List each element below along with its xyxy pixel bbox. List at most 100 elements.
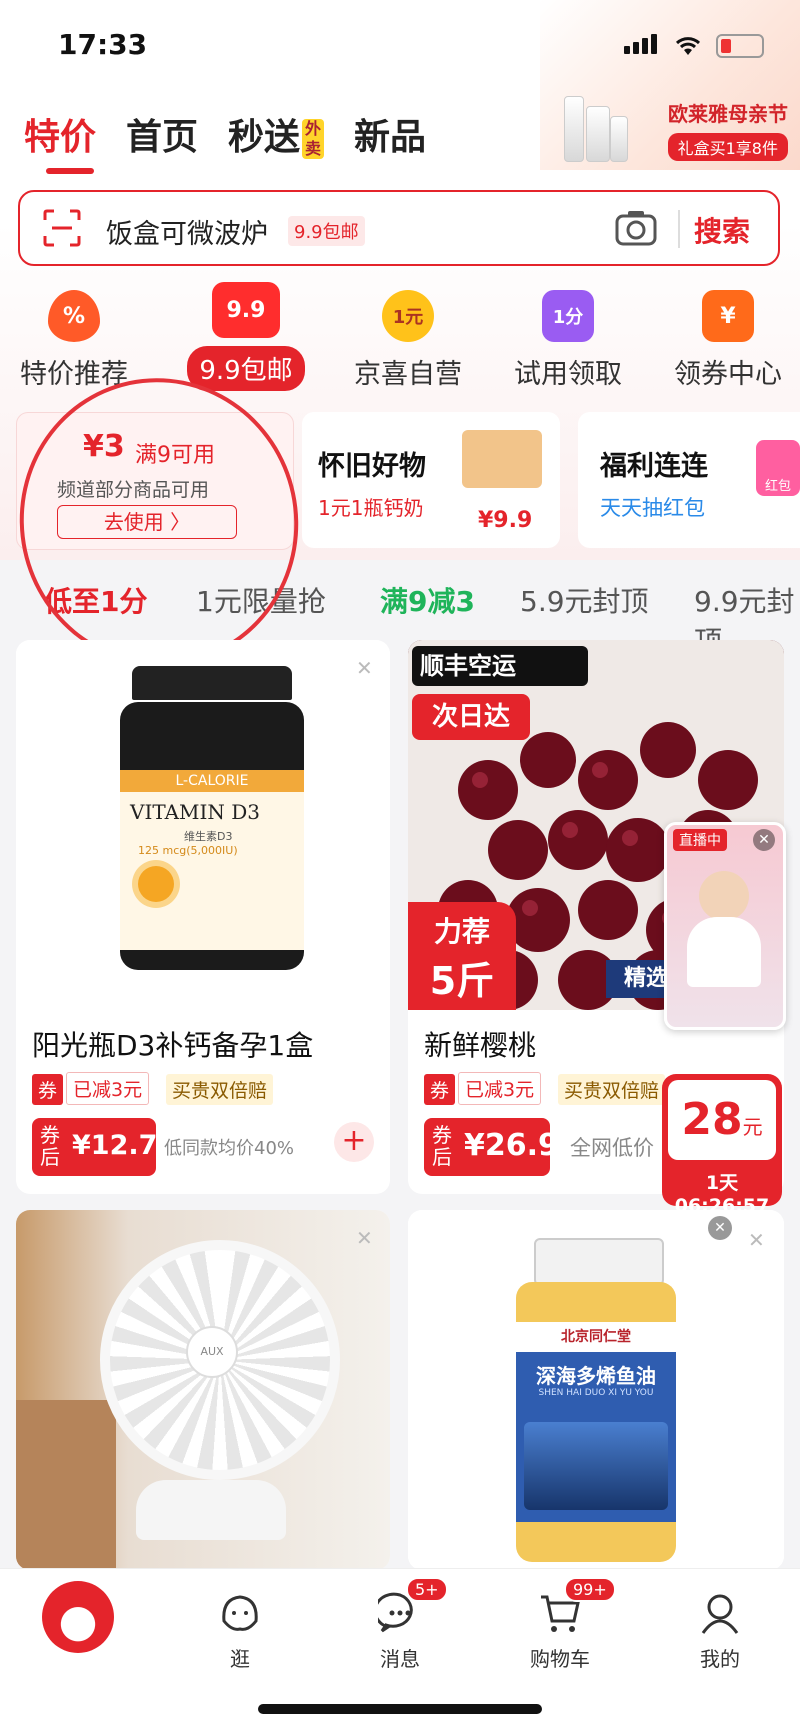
top-tabs: 特价 首页 秒送 外卖 新品 [24, 108, 426, 174]
nav-cart[interactable]: 购物车 99+ [510, 1577, 616, 1672]
cart-badge: 99+ [564, 1577, 616, 1602]
nav-browse[interactable]: 逛 [190, 1591, 290, 1672]
countdown-unit: 元 [742, 1115, 763, 1139]
nostalgia-card[interactable]: 怀旧好物 1元1瓶钙奶 ¥9.9 [302, 412, 560, 548]
nav-messages[interactable]: 消息 5+ [350, 1577, 450, 1672]
category-label: 领券中心 [674, 359, 782, 390]
bottle-title: 深海多烯鱼油 [536, 1364, 656, 1388]
bottle-dose: 125 mcg(5,000IU) [138, 844, 238, 857]
product-card[interactable]: AUX ✕ [16, 1210, 390, 1570]
takeaway-badge: 外卖 [302, 119, 325, 159]
product-name: 阳光瓶D3补钙备孕1盒 [32, 1029, 314, 1062]
nav-home[interactable] [28, 1581, 128, 1657]
category-label: 京喜自营 [354, 359, 462, 390]
promo-title: 欧莱雅母亲节 [668, 102, 788, 126]
tab-instant-delivery[interactable]: 秒送 外卖 [228, 108, 325, 160]
promo-subtitle: 礼盒买1享8件 [667, 133, 788, 161]
fish-image [524, 1422, 668, 1510]
live-stream-window[interactable]: 直播中 ✕ [664, 822, 786, 1030]
price-box: 券后 ¥12.74 [32, 1118, 176, 1176]
host-body [687, 917, 761, 987]
tab-special-price[interactable]: 特价 [24, 108, 96, 174]
tab-home[interactable]: 首页 [126, 108, 198, 160]
wifi-icon [675, 37, 701, 55]
home-indicator[interactable] [258, 1704, 542, 1714]
nostalgia-title: 怀旧好物 [318, 451, 426, 482]
filter-tab-5-9[interactable]: 5.9元封顶 [520, 580, 649, 620]
product-card[interactable]: 北京同仁堂 深海多烯鱼油 SHEN HAI DUO XI YU YOU ✕ ✕ [408, 1210, 784, 1570]
weight-badge: 力荐 5斤 [408, 902, 516, 1010]
promo-text: 欧莱雅母亲节 礼盒买1享8件 [667, 98, 788, 161]
status-time: 17:33 [58, 28, 148, 61]
bottle-brand: L-CALORIE [120, 770, 304, 792]
search-input[interactable]: 饭盒可微波炉 [106, 212, 268, 251]
category-special-recommend[interactable]: % 特价推荐 [4, 290, 144, 391]
message-badge: 5+ [406, 1577, 448, 1602]
profile-icon [701, 1594, 739, 1634]
product-bottles-image [560, 92, 630, 162]
tab-new-products[interactable]: 新品 [354, 108, 426, 160]
nav-profile[interactable]: 我的 [670, 1591, 770, 1672]
bottle-brand: 北京同仁堂 [516, 1322, 676, 1352]
reduced-tag: 已减3元 [458, 1072, 542, 1105]
category-coupon-center[interactable]: ¥ 领券中心 [658, 290, 798, 391]
bottle-cap [132, 666, 292, 700]
close-icon[interactable]: ✕ [708, 1216, 732, 1240]
welfare-subtitle: 天天抽红包 [600, 496, 705, 520]
close-icon[interactable]: ✕ [356, 1226, 373, 1250]
nav-label: 购物车 [530, 1647, 590, 1671]
countdown-price-box: 28元 [668, 1080, 776, 1160]
category-jingxi-self[interactable]: 1元 京喜自营 [338, 290, 478, 391]
category-label: 9.9包邮 [187, 346, 305, 391]
search-bar[interactable]: 饭盒可微波炉 9.9包邮 搜索 [18, 190, 780, 266]
category-trial[interactable]: 1分 试用领取 [498, 290, 638, 391]
bottle-title: VITAMIN D3 [130, 800, 261, 824]
shipping-banner: 顺丰空运 [412, 646, 588, 686]
price-prefix: 券后 [40, 1123, 60, 1169]
filter-tab-9-minus-3[interactable]: 满9减3 [380, 580, 475, 620]
snack-image [462, 430, 542, 488]
top-promo-banner[interactable]: 欧莱雅母亲节 礼盒买1享8件 [540, 0, 800, 170]
search-button[interactable]: 搜索 [694, 210, 750, 250]
price-value: ¥12.74 [72, 1130, 177, 1161]
browse-icon [222, 1595, 258, 1631]
mascot-icon [42, 1581, 114, 1653]
product-card[interactable]: L-CALORIE VITAMIN D3 维生素D3 125 mcg(5,000… [16, 640, 390, 1194]
welfare-card[interactable]: 福利连连 天天抽红包 红包 [578, 412, 800, 548]
bottle-cap [534, 1238, 664, 1286]
nostalgia-price: ¥9.9 [478, 508, 533, 533]
bottle-subtitle: 维生素D3 [184, 830, 233, 843]
close-icon[interactable]: ✕ [753, 829, 775, 851]
weight-badge-line-1: 力荐 [433, 915, 490, 948]
close-icon[interactable]: ✕ [356, 656, 373, 680]
nav-label: 我的 [700, 1647, 740, 1671]
camera-icon[interactable] [614, 208, 658, 248]
product-image: 北京同仁堂 深海多烯鱼油 SHEN HAI DUO XI YU YOU [408, 1210, 784, 1570]
reduced-tag: 已减3元 [66, 1072, 150, 1105]
search-divider [678, 210, 680, 248]
fire-percent-icon: % [48, 290, 100, 342]
nostalgia-subtitle: 1元1瓶钙奶 [318, 496, 424, 520]
weight-badge-line-2: 5斤 [429, 959, 495, 1003]
close-icon[interactable]: ✕ [748, 1228, 765, 1252]
double-refund-tag: 买贵双倍赔 [166, 1074, 274, 1105]
coupon-tag: 券 [32, 1074, 64, 1105]
bag-icon: 1分 [542, 290, 594, 342]
product-image: AUX [16, 1210, 390, 1570]
welfare-title: 福利连连 [600, 451, 708, 482]
bottle-label: 北京同仁堂 深海多烯鱼油 SHEN HAI DUO XI YU YOU [516, 1322, 676, 1522]
price-prefix: 券后 [432, 1123, 452, 1169]
add-icon[interactable]: + [334, 1122, 374, 1162]
gift-box-icon: 9.9 [212, 282, 280, 338]
search-tag: 9.9包邮 [288, 216, 365, 246]
scan-icon[interactable] [42, 208, 82, 248]
category-free-shipping[interactable]: 9.9 9.9包邮 [176, 282, 316, 391]
fan-clip [136, 1480, 286, 1540]
price-note: 全网低价 [570, 1136, 654, 1160]
next-day-badge: 次日达 [412, 694, 530, 740]
sun-icon [138, 866, 174, 902]
coin-icon: 1元 [382, 290, 434, 342]
countdown-widget[interactable]: 28元 1天06:26:57 [662, 1074, 782, 1217]
tab-instant-delivery-label: 秒送 [228, 117, 301, 158]
furniture-image [16, 1400, 116, 1570]
